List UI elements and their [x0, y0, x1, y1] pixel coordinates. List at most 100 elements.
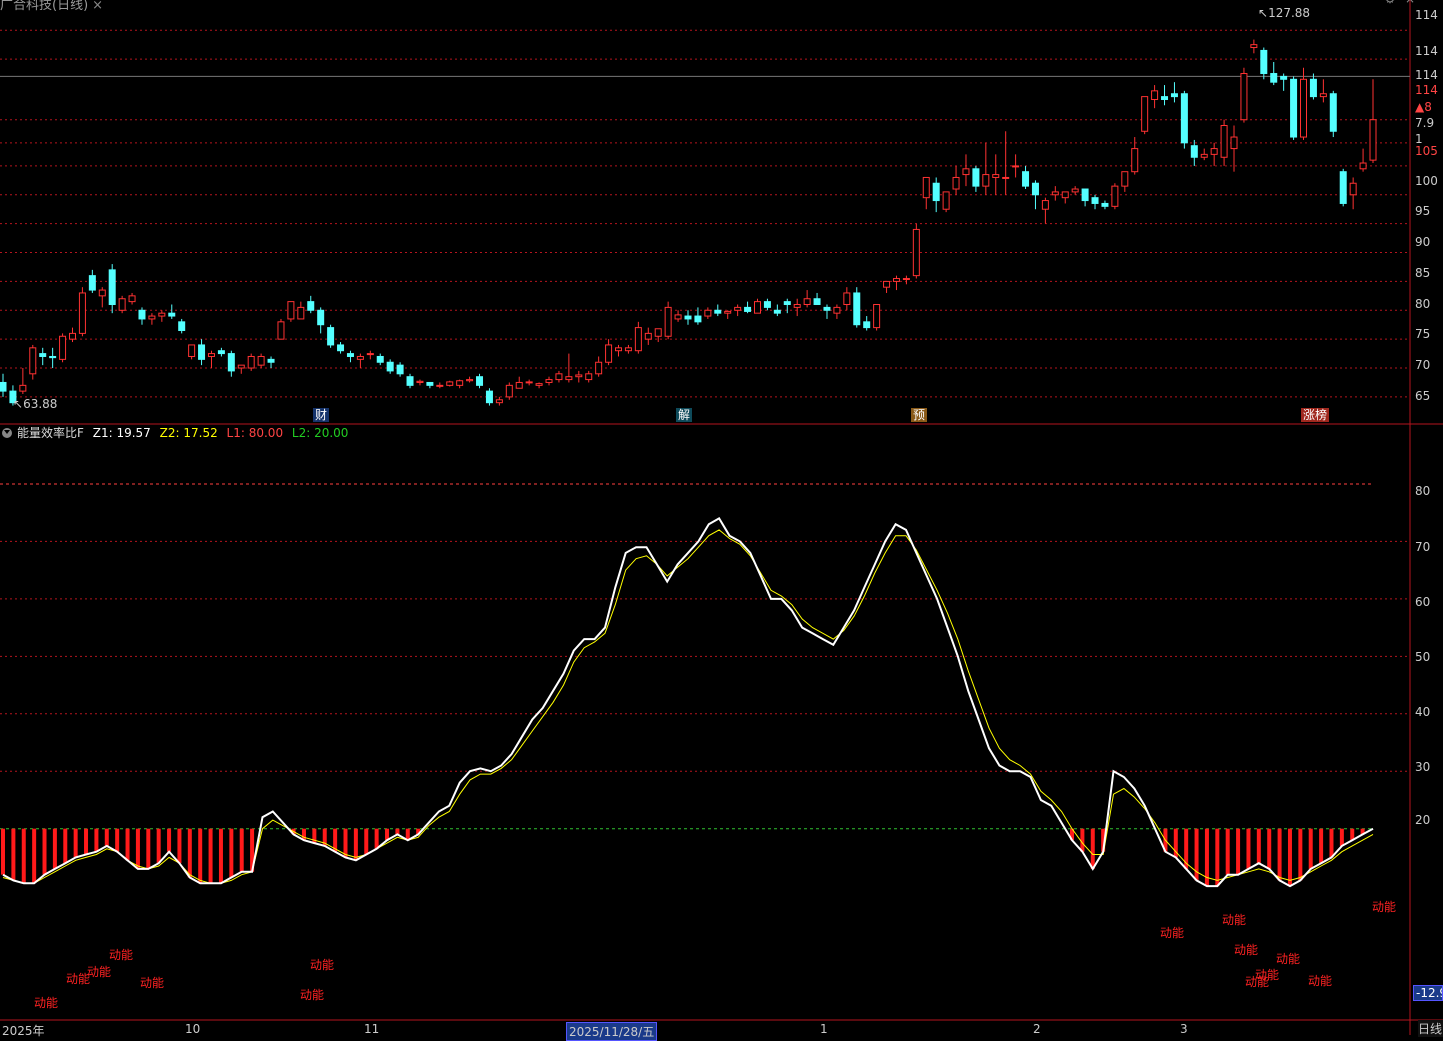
- price-axis-label: 75: [1415, 327, 1431, 341]
- candle-body: [694, 315, 702, 323]
- date-label: 10: [185, 1022, 201, 1036]
- signal-bar: [218, 828, 223, 884]
- event-tag-forecast[interactable]: 预: [911, 408, 928, 422]
- candle-body: [1270, 73, 1278, 83]
- candle-body: [853, 292, 861, 326]
- candle-body: [585, 373, 593, 381]
- price-axis-label: 114: [1415, 44, 1438, 58]
- signal-bar: [115, 828, 120, 852]
- signal-label: 动能: [140, 976, 165, 990]
- candle-body: [198, 344, 206, 360]
- candle-body: [237, 364, 245, 369]
- candle-body: [1349, 182, 1357, 196]
- candle-body: [972, 168, 980, 187]
- candle-body: [1190, 145, 1198, 158]
- signal-label: 动能: [1255, 968, 1280, 982]
- chart-canvas[interactable]: [0, 0, 1443, 1035]
- candle-body: [744, 306, 752, 312]
- z2-line: [2, 529, 1374, 884]
- candle-body: [49, 355, 57, 359]
- candle-body: [158, 312, 166, 317]
- close-tab-icon[interactable]: ×: [92, 0, 103, 13]
- candle-body: [108, 269, 116, 306]
- event-tag-earnings[interactable]: 财: [313, 408, 330, 422]
- candle-body: [634, 327, 642, 352]
- candle-body: [356, 355, 364, 360]
- signal-bar: [208, 828, 213, 884]
- candle-body: [644, 332, 652, 340]
- candle-body: [1230, 136, 1238, 150]
- candle-body: [446, 381, 454, 386]
- indicator-toggle-icon[interactable]: [2, 428, 12, 438]
- candle-body: [1061, 191, 1069, 199]
- candle-body: [426, 381, 434, 386]
- candle-body: [88, 275, 96, 291]
- signal-bar: [21, 828, 26, 884]
- candle-body: [1051, 191, 1059, 196]
- candle-body: [29, 347, 37, 375]
- signal-bar: [353, 828, 358, 861]
- signal-bar: [1339, 828, 1344, 846]
- indicator-axis-label: 40: [1415, 705, 1431, 719]
- indicator-axis-label: 20: [1415, 813, 1431, 827]
- candle-body: [1240, 73, 1248, 121]
- signal-bar: [374, 828, 379, 849]
- candle-body: [1210, 148, 1218, 155]
- candle-body: [287, 301, 295, 320]
- price-axis-label: 105: [1415, 144, 1438, 158]
- candle-body: [168, 312, 176, 317]
- candle-body: [1111, 185, 1119, 207]
- candle-body: [476, 376, 484, 386]
- signal-bar: [1298, 828, 1303, 881]
- high-price-annotation: ↖127.88: [1258, 6, 1311, 20]
- candle-body: [873, 304, 881, 329]
- price-axis-label: 7.9: [1415, 116, 1435, 130]
- candle-body: [217, 350, 225, 355]
- signal-bar: [1, 828, 5, 875]
- indicator-name[interactable]: 能量效率比F: [17, 426, 84, 440]
- l1-value: L1: 80.00: [226, 426, 284, 440]
- candle-body: [803, 298, 811, 306]
- candle-body: [59, 335, 67, 360]
- candle-body: [783, 301, 791, 306]
- price-change-label: ▲8: [1415, 100, 1432, 114]
- candle-body: [664, 306, 672, 337]
- signal-bar: [177, 828, 182, 864]
- candle-body: [456, 380, 464, 386]
- candle-body: [1290, 78, 1298, 138]
- z2-value: Z2: 17.52: [159, 426, 218, 440]
- event-tag-top-gainers[interactable]: 涨榜: [1301, 408, 1330, 422]
- signal-bar: [1246, 828, 1251, 869]
- signal-bar: [104, 828, 109, 846]
- signal-bar: [135, 828, 140, 869]
- event-tag-unlock[interactable]: 解: [676, 408, 693, 422]
- close-window-icon[interactable]: ×: [1401, 0, 1419, 8]
- date-label: 2025年: [2, 1024, 45, 1038]
- signal-bar: [32, 828, 37, 884]
- signal-bar: [1236, 828, 1241, 875]
- signal-bar: [73, 828, 78, 858]
- candle-body: [1101, 202, 1109, 207]
- signal-label: 动能: [1160, 926, 1185, 940]
- candle-body: [118, 298, 126, 311]
- candle-body: [734, 306, 742, 311]
- signal-bar: [1308, 828, 1313, 869]
- window-title: 广合科技(日线) ×: [0, 0, 103, 13]
- signal-label: 动能: [300, 988, 325, 1002]
- candle-body: [1002, 176, 1010, 179]
- signal-bar: [239, 828, 244, 872]
- period-selector-button[interactable]: 日线: [1418, 1020, 1443, 1037]
- candle-body: [992, 174, 1000, 178]
- settings-icon[interactable]: ⚙: [1381, 0, 1399, 8]
- date-label: 3: [1180, 1022, 1188, 1036]
- date-label: 1: [820, 1022, 828, 1036]
- candle-body: [207, 353, 215, 357]
- candle-body: [605, 344, 613, 363]
- signal-label: 动能: [1234, 943, 1259, 957]
- candle-body: [1300, 78, 1308, 138]
- candle-body: [912, 228, 920, 277]
- candle-body: [724, 310, 732, 314]
- candle-body: [615, 347, 623, 352]
- candle-body: [1151, 90, 1159, 101]
- candle-body: [575, 374, 583, 378]
